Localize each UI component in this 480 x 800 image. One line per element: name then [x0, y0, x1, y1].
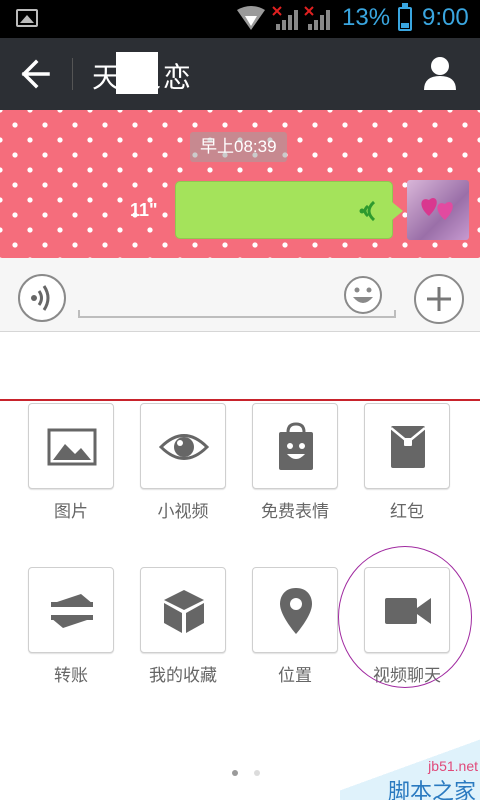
- panel-item-label: 转账: [54, 666, 88, 686]
- panel-item-label: 免费表情: [261, 502, 329, 522]
- clock: 9:00: [422, 4, 469, 31]
- voice-wave-icon: [359, 200, 376, 222]
- panel-item-label: 图片: [54, 502, 88, 522]
- panel-item-image[interactable]: [28, 403, 114, 489]
- panel-item-transfer[interactable]: [28, 567, 114, 653]
- emoji-icon[interactable]: [343, 275, 383, 315]
- input-bar: [0, 258, 480, 332]
- panel-item-favorites[interactable]: [140, 567, 226, 653]
- page-dot-active[interactable]: [232, 770, 238, 776]
- chat-area: 早上08:39 11": [0, 110, 480, 258]
- voice-input-button[interactable]: [18, 274, 66, 322]
- panel-item-label: 位置: [278, 666, 312, 686]
- spacer: [0, 333, 480, 399]
- signal-no-sim-icon: [272, 6, 298, 30]
- avatar[interactable]: [407, 180, 469, 240]
- image-icon: [47, 428, 97, 466]
- title-divider: [72, 58, 73, 90]
- location-pin-icon: [280, 588, 312, 634]
- highlight-circle: [338, 546, 472, 688]
- favorites-cube-icon: [164, 590, 204, 633]
- panel-item-stickers[interactable]: [252, 403, 338, 489]
- panel-item-location[interactable]: [252, 567, 338, 653]
- page-dot[interactable]: [254, 770, 260, 776]
- eye-icon: [159, 434, 209, 460]
- panel-item-red-packet[interactable]: [364, 403, 450, 489]
- voice-input-icon: [31, 285, 50, 311]
- panel-item-label: 小视频: [157, 502, 209, 522]
- battery-icon: [398, 3, 412, 31]
- back-arrow-icon[interactable]: [14, 54, 58, 94]
- status-bar: 13% 9:00: [0, 0, 480, 38]
- transfer-icon: [51, 594, 93, 628]
- voice-message-bubble[interactable]: [175, 181, 403, 239]
- redaction-box: [116, 52, 158, 94]
- image-notification-icon: [16, 9, 38, 27]
- avatar-image: [421, 197, 453, 220]
- watermark-domain: jb51.net: [428, 758, 478, 774]
- voice-duration: 11": [130, 200, 158, 220]
- plus-button[interactable]: [414, 274, 464, 324]
- wifi-icon: [237, 6, 265, 30]
- watermark-name: 脚本之家: [387, 780, 476, 800]
- signal-no-sim-icon: [304, 6, 330, 30]
- plus-icon: [427, 287, 451, 311]
- panel-item-label: 红包: [390, 502, 424, 522]
- red-packet-icon: [390, 426, 426, 468]
- panel-item-video[interactable]: [140, 403, 226, 489]
- profile-icon[interactable]: [418, 52, 462, 96]
- title-bar: 天 之恋: [0, 38, 480, 110]
- battery-percent: 13%: [342, 4, 391, 31]
- message-timestamp: 早上08:39: [190, 132, 287, 162]
- sticker-bag-icon: [279, 422, 313, 470]
- watermark: jb51.net 脚本之家: [340, 730, 480, 800]
- panel-item-label: 我的收藏: [149, 666, 217, 686]
